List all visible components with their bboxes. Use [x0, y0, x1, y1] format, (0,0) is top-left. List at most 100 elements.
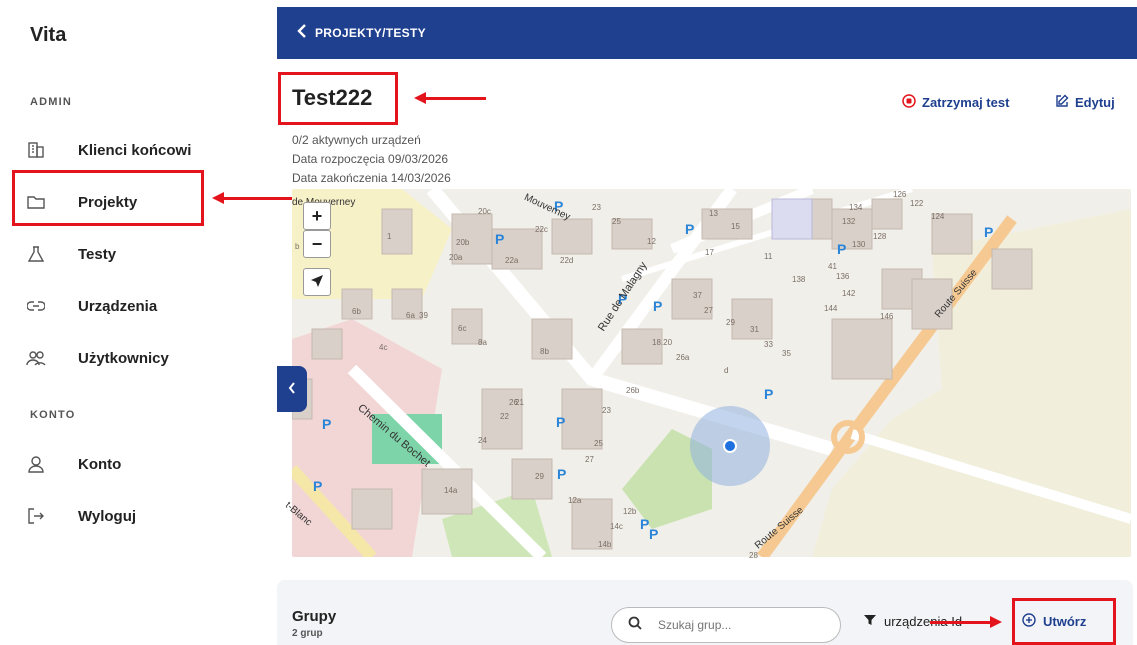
map-building-number: 12a: [568, 496, 582, 505]
locate-button[interactable]: [303, 268, 331, 296]
map-view[interactable]: PPP PPP PPP PPP PP: [292, 189, 1131, 557]
map-building-number: 8b: [540, 347, 549, 356]
map-building-number: 39: [419, 311, 428, 320]
sidebar-item-uzytkownicy[interactable]: Użytkownicy: [26, 340, 266, 376]
map-building-number: 28: [749, 551, 758, 560]
map-building-number: 134: [849, 203, 863, 212]
map-building-number: 29: [535, 472, 544, 481]
map-building-number: 25: [612, 217, 621, 226]
annotation-arrow-create: [930, 621, 990, 624]
active-devices-text: 0/2 aktywnych urządzeń: [292, 133, 421, 147]
map-building-number: 26a: [676, 353, 690, 362]
map-building-number: 12b: [623, 507, 637, 516]
map-building-number: 27: [704, 306, 713, 315]
map-building-number: 22: [500, 412, 509, 421]
svg-text:P: P: [556, 414, 565, 430]
sidebar-item-label: Konto: [78, 455, 122, 473]
map-building-number: 14a: [444, 486, 458, 495]
navigation-arrow-icon: [310, 272, 324, 293]
chevron-left-icon[interactable]: [297, 23, 307, 43]
groups-search[interactable]: [611, 607, 841, 643]
search-input[interactable]: [658, 618, 818, 632]
zoom-out-button[interactable]: −: [303, 230, 331, 258]
section-admin: ADMIN: [30, 96, 73, 108]
map-building-number: 20b: [456, 238, 470, 247]
map-building-number: 31: [750, 325, 759, 334]
svg-text:P: P: [322, 416, 331, 432]
section-konto: KONTO: [30, 409, 76, 421]
annotation-arrow-projekty: [222, 197, 292, 200]
map-building-number: 14c: [610, 522, 623, 531]
app-root: Vita ADMIN Klienci końcowi Projekty Test…: [0, 0, 1137, 645]
map-building-number: 17: [705, 248, 714, 257]
svg-text:P: P: [984, 224, 993, 240]
svg-text:P: P: [640, 516, 649, 532]
sidebar-item-urzadzenia[interactable]: Urządzenia: [26, 288, 266, 324]
map-building-number: 130: [852, 240, 866, 249]
annotation-arrowhead: [212, 192, 224, 204]
annotation-box-create: [1012, 598, 1116, 645]
map-building-number: 14b: [598, 540, 612, 549]
map-building-number: 13: [709, 209, 718, 218]
breadcrumb[interactable]: PROJEKTY/TESTY: [315, 26, 426, 40]
map-building-number: 6b: [352, 307, 361, 316]
sidebar-item-label: Testy: [78, 245, 117, 263]
map-building-number: b: [295, 242, 300, 251]
map-building-number: 144: [824, 304, 838, 313]
edit-label: Edytuj: [1075, 95, 1115, 110]
map-building-number: 6c: [458, 324, 467, 333]
stop-circle-icon: [902, 94, 916, 111]
sidebar-item-label: Urządzenia: [78, 297, 158, 315]
annotation-box-projekty: [12, 170, 204, 226]
map-building-number: 20a: [449, 253, 463, 262]
sidebar-item-testy[interactable]: Testy: [26, 236, 266, 272]
map-building-number: 126: [893, 190, 907, 199]
chevron-left-icon: [288, 381, 296, 397]
map-building-number: 6a: [406, 311, 415, 320]
sidebar-item-wyloguj[interactable]: Wyloguj: [26, 498, 266, 534]
users-icon: [26, 348, 46, 368]
map-building-number: 23: [602, 406, 611, 415]
map-building-number: 22c: [535, 225, 548, 234]
svg-text:P: P: [495, 231, 504, 247]
map-building-number: 22a: [505, 256, 519, 265]
annotation-arrowhead: [990, 616, 1002, 628]
user-icon: [26, 454, 46, 474]
collapse-sidebar-button[interactable]: [277, 366, 307, 412]
map-building-number: 8a: [478, 338, 487, 347]
map-building-number: 128: [873, 232, 887, 241]
stop-test-button[interactable]: Zatrzymaj test: [902, 94, 1009, 111]
brand-logo: Vita: [30, 24, 67, 46]
annotation-box-title: [278, 72, 398, 125]
map-building-number: 24: [478, 436, 487, 445]
map-building-number: 20c: [478, 207, 491, 216]
filter-icon: [864, 614, 876, 629]
map-building-number: 138: [792, 275, 806, 284]
map-building-number: 136: [836, 272, 850, 281]
map-building-number: 15: [731, 222, 740, 231]
sidebar-item-label: Klienci końcowi: [78, 141, 192, 159]
svg-text:P: P: [649, 526, 658, 542]
map-building-number: 22d: [560, 256, 574, 265]
map-building-number: d: [724, 366, 729, 375]
map-building-number: 11: [764, 252, 773, 261]
map-building-number: 26b: [626, 386, 640, 395]
edit-icon: [1055, 94, 1069, 111]
map-building-number: 26: [509, 398, 518, 407]
sidebar-item-klienci[interactable]: Klienci końcowi: [26, 132, 266, 168]
sidebar-item-konto[interactable]: Konto: [26, 446, 266, 482]
link-icon: [26, 296, 46, 316]
sidebar-item-label: Użytkownicy: [78, 349, 169, 367]
svg-text:P: P: [685, 221, 694, 237]
map-building-number: 37: [693, 291, 702, 300]
map-building-number: 25: [594, 439, 603, 448]
sidebar-item-label: Wyloguj: [78, 507, 137, 525]
stop-test-label: Zatrzymaj test: [922, 95, 1010, 110]
zoom-in-button[interactable]: +: [303, 202, 331, 230]
edit-button[interactable]: Edytuj: [1055, 94, 1115, 111]
start-date-text: Data rozpoczęcia 09/03/2026: [292, 152, 449, 166]
map-building-number: 35: [782, 349, 791, 358]
annotation-arrowhead: [414, 92, 426, 104]
svg-text:P: P: [653, 298, 662, 314]
map-building-number: 41: [828, 262, 837, 271]
